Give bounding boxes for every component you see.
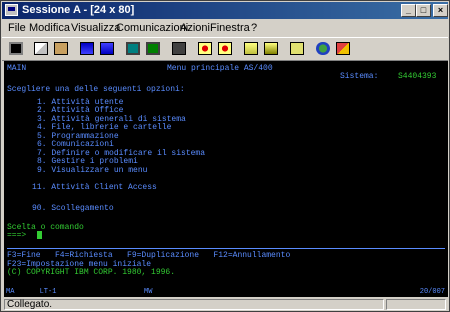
window-title: Sessione A - [24 x 80] xyxy=(22,4,135,16)
prompt-arrow: ===> xyxy=(7,231,27,240)
status-text: Collegato. xyxy=(4,299,384,310)
send-button[interactable] xyxy=(78,40,96,57)
menu-option: 11. Attività Client Access xyxy=(32,183,157,192)
menu-modifica[interactable]: Modifica xyxy=(29,21,70,35)
macro-stop-button[interactable] xyxy=(216,40,234,57)
menu-option: 90. Scollegamento xyxy=(32,204,114,213)
clipboard-button[interactable] xyxy=(288,40,306,57)
print-screen-button[interactable] xyxy=(7,40,25,57)
screen-divider xyxy=(7,248,445,249)
macro-run-icon xyxy=(264,42,278,55)
display-icon xyxy=(126,42,140,55)
macro-run-button[interactable] xyxy=(262,40,280,57)
menu-option: 4. File, librerie e cartelle xyxy=(37,123,172,132)
internet-button[interactable] xyxy=(314,40,332,57)
menu-option: 2. Attività Office xyxy=(37,106,124,115)
menu-bar: File Modifica Visualizza Comunicazioni A… xyxy=(2,20,448,36)
color-map-button[interactable] xyxy=(144,40,162,57)
menu-comunicazioni[interactable]: Comunicazioni xyxy=(116,21,188,35)
help-icon xyxy=(336,42,350,55)
print-screen-icon xyxy=(9,42,23,55)
menu-option: 6. Comunicazioni xyxy=(37,140,114,149)
oia-left: MA LT-1 xyxy=(6,288,57,296)
instruction-text: Scegliere una delle seguenti opzioni: xyxy=(7,85,185,94)
emulator-window: Sessione A - [24 x 80] _ □ × File Modifi… xyxy=(0,0,450,312)
screen-id: MAIN xyxy=(7,64,27,73)
help-button[interactable] xyxy=(334,40,352,57)
clipboard-icon xyxy=(290,42,304,55)
menu-help[interactable]: ? xyxy=(251,21,257,35)
color-map-icon xyxy=(146,42,160,55)
function-keys: F3=Fine F4=Richiesta F9=Duplicazione F12… xyxy=(7,251,291,260)
command-input-cursor[interactable] xyxy=(37,231,42,239)
session-icon[interactable] xyxy=(5,4,18,16)
minimize-button[interactable]: _ xyxy=(401,4,416,17)
system-name: S4404393 xyxy=(398,72,437,81)
macro-record-icon xyxy=(198,42,212,55)
operator-info-area: MA LT-1 MW 20/007 xyxy=(4,287,448,297)
copy-icon xyxy=(34,42,48,55)
macro-play-icon xyxy=(244,42,258,55)
menu-azioni[interactable]: Azioni xyxy=(180,21,210,35)
cursor-position: 20/007 xyxy=(419,288,445,296)
terminal-screen[interactable]: MAIN Menu principale AS/400 Sistema: S44… xyxy=(4,61,448,287)
macro-record-button[interactable] xyxy=(196,40,214,57)
close-button[interactable]: × xyxy=(433,4,448,17)
paste-icon xyxy=(54,42,68,55)
menu-option: 9. Visualizzare un menu xyxy=(37,166,148,175)
menu-file[interactable]: File xyxy=(8,21,26,35)
status-pane-right xyxy=(386,299,446,310)
receive-icon xyxy=(100,42,114,55)
macro-play-button[interactable] xyxy=(242,40,260,57)
menu-visualizza[interactable]: Visualizza xyxy=(71,21,120,35)
oia-middle: MW xyxy=(144,288,153,296)
macro-stop-icon xyxy=(218,42,232,55)
system-label: Sistema: xyxy=(340,72,379,81)
copy-button[interactable] xyxy=(32,40,50,57)
keyboard-map-icon xyxy=(172,42,186,55)
receive-button[interactable] xyxy=(98,40,116,57)
keyboard-map-button[interactable] xyxy=(170,40,188,57)
internet-icon xyxy=(316,42,330,55)
status-bar: Collegato. xyxy=(2,298,448,311)
send-icon xyxy=(80,42,94,55)
title-bar[interactable]: Sessione A - [24 x 80] _ □ × xyxy=(2,2,448,19)
menu-finestra[interactable]: Finestra xyxy=(210,21,250,35)
paste-button[interactable] xyxy=(52,40,70,57)
toolbar xyxy=(2,37,448,61)
screen-title: Menu principale AS/400 xyxy=(167,64,273,73)
copyright-text: (C) COPYRIGHT IBM CORP. 1980, 1996. xyxy=(7,268,176,277)
menu-option: 8. Gestire i problemi xyxy=(37,157,138,166)
maximize-button[interactable]: □ xyxy=(416,4,431,17)
display-button[interactable] xyxy=(124,40,142,57)
